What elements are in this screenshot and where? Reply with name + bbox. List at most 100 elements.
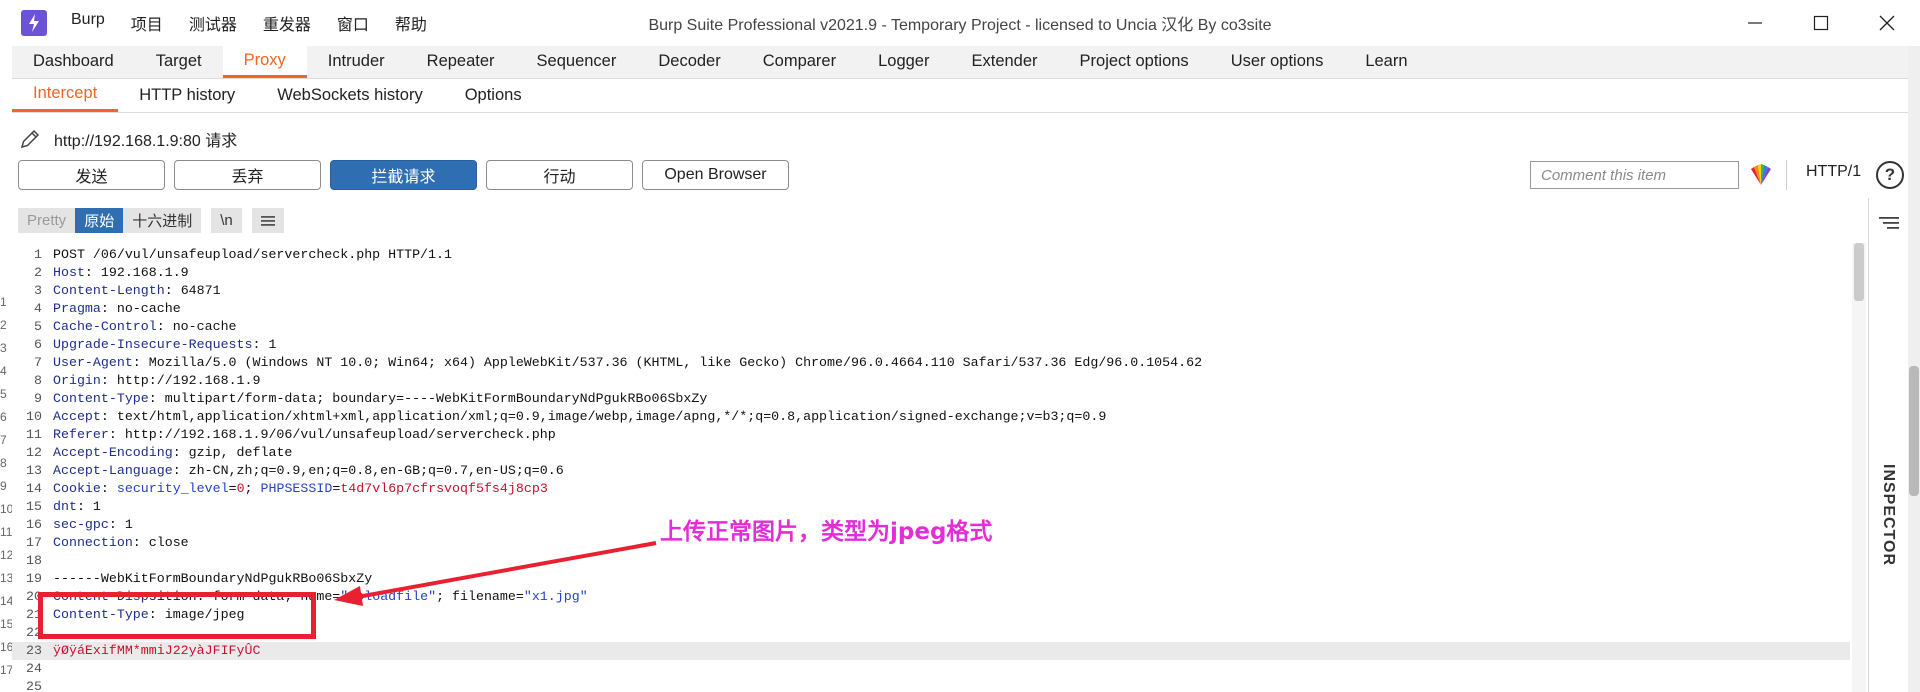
tab-sequencer[interactable]: Sequencer [516,45,638,78]
tab-intruder[interactable]: Intruder [307,45,406,78]
title-bar: Burp 项目 测试器 重发器 窗口 帮助 Burp Suite Profess… [0,0,1920,46]
line-number: 23 [12,642,42,660]
close-button[interactable] [1854,0,1920,46]
view-raw-button[interactable]: 原始 [75,208,123,233]
header-name: dnt [53,499,77,514]
view-hex-button[interactable]: 十六进制 [123,208,201,233]
tab-logger[interactable]: Logger [857,45,950,78]
disposition-name-value: "uploadfile" [340,589,436,604]
annotation-text: 上传正常图片，类型为jpeg格式 [660,512,992,546]
line-number: 16 [12,516,42,534]
tab-decoder[interactable]: Decoder [637,45,741,78]
edge-fragment: 6 [0,410,7,424]
header-name: Content-Length [53,283,165,298]
tab-http-history[interactable]: HTTP history [118,78,256,112]
tab-learn[interactable]: Learn [1344,45,1428,78]
header-name: Referer [53,427,109,442]
minimize-button[interactable] [1722,0,1788,46]
maximize-button[interactable] [1788,0,1854,46]
window-scrollbar[interactable] [1908,46,1920,692]
header-name: Accept [53,409,101,424]
view-pretty-button[interactable]: Pretty [18,208,75,233]
edge-fragment: 8 [0,456,7,470]
blank-line: 25 [12,678,1850,692]
header-value: zh-CN,zh;q=0.9,en;q=0.8,en-GB;q=0.7,en-U… [189,463,564,478]
line-number: 8 [12,372,42,390]
open-browser-button[interactable]: Open Browser [642,160,789,190]
help-icon[interactable]: ? [1876,161,1904,189]
edge-fragment: 4 [0,364,7,378]
comment-input[interactable]: Comment this item [1530,161,1739,189]
menu-project[interactable]: 项目 [131,11,163,35]
minimize-icon [1747,15,1763,31]
edge-fragment: 7 [0,433,7,447]
close-icon [1879,15,1895,31]
tab-extender[interactable]: Extender [950,45,1058,78]
line-number: 7 [12,354,42,372]
line-number: 2 [12,264,42,282]
header-name: sec-gpc [53,517,109,532]
window-scroll-thumb[interactable] [1909,366,1919,496]
menu-window[interactable]: 窗口 [337,11,369,35]
header-value: gzip, deflate [189,445,293,460]
editor-scrollbar[interactable] [1852,243,1866,692]
hamburger-menu-icon [261,215,275,227]
request-line: 1 POST /06/vul/unsafeupload/servercheck.p… [12,246,1850,264]
forward-button[interactable]: 发送 [18,160,165,190]
tab-project-options[interactable]: Project options [1059,45,1210,78]
header-name: Cache-Control [53,319,157,334]
drop-button[interactable]: 丢弃 [174,160,321,190]
header-name: Upgrade-Insecure-Requests [53,337,253,352]
cookie-value: 0 [237,481,245,496]
http-version-toggle[interactable]: HTTP/1 [1806,163,1861,181]
header-value: 1 [268,337,276,352]
editor-scroll-thumb[interactable] [1854,243,1864,301]
tab-intercept[interactable]: Intercept [12,78,118,112]
header-name: Host [53,265,85,280]
menu-help[interactable]: 帮助 [395,11,427,35]
line-number: 4 [12,300,42,318]
intercept-toggle-button[interactable]: 拦截请求 [330,160,477,190]
tab-user-options[interactable]: User options [1210,45,1345,78]
line-number: 6 [12,336,42,354]
header-separator: : [133,535,149,550]
header-line: 8 Origin: http://192.168.1.9 [12,372,1850,390]
tab-websockets-history[interactable]: WebSockets history [256,78,444,112]
cookie-key: PHPSESSID [261,481,333,496]
header-separator: : [253,337,269,352]
cookie-equals: = [229,481,237,496]
tab-target[interactable]: Target [135,45,223,78]
header-separator: : [173,445,189,460]
pencil-icon[interactable] [18,127,42,151]
header-line: 12 Accept-Encoding: gzip, deflate [12,444,1850,462]
header-name: Cookie [53,481,101,496]
header-separator: : [109,517,125,532]
toolbar-separator [1786,160,1787,190]
menu-burp[interactable]: Burp [71,11,105,35]
inspector-menu-icon[interactable] [1879,216,1899,230]
tab-repeater[interactable]: Repeater [406,45,516,78]
intercept-actions: 发送 丢弃 拦截请求 行动 Open Browser [18,160,798,190]
tab-options[interactable]: Options [444,78,543,112]
header-separator: : [173,463,189,478]
blank-line: 24 [12,660,1850,678]
intercept-target: http://192.168.1.9:80 请求 [18,124,237,154]
tab-dashboard[interactable]: Dashboard [12,45,135,78]
menu-intruder[interactable]: 测试器 [189,11,237,35]
header-separator: : [157,319,173,334]
tab-comparer[interactable]: Comparer [742,45,857,78]
menu-repeater[interactable]: 重发器 [263,11,311,35]
highlight-color-icon[interactable] [1748,163,1774,187]
inspector-tab[interactable]: INSPECTOR [1879,464,1897,566]
show-newlines-button[interactable]: \n [211,208,242,233]
edge-fragment: 3 [0,341,7,355]
line-number: 18 [12,552,42,570]
tab-proxy[interactable]: Proxy [223,45,307,78]
header-value: 192.168.1.9 [101,265,189,280]
action-button[interactable]: 行动 [486,160,633,190]
editor-menu-button[interactable] [252,208,284,233]
line-number: 14 [12,480,42,498]
header-value: 1 [93,499,101,514]
header-value: 1 [125,517,133,532]
request-line-text: POST /06/vul/unsafeupload/servercheck.ph… [42,246,452,264]
